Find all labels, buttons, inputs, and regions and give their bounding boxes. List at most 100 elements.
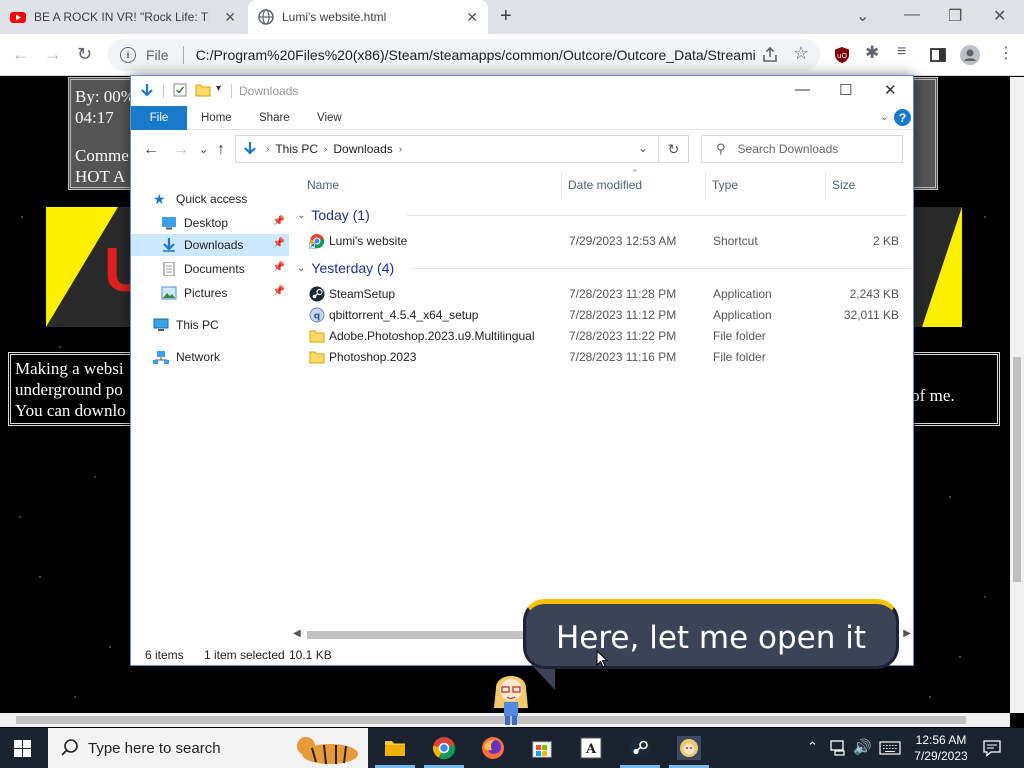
windows-start-icon[interactable]: [14, 740, 31, 757]
group-today[interactable]: ⌄ Today (1): [297, 205, 907, 225]
pin-icon[interactable]: 📌: [273, 262, 285, 273]
close-tab-icon[interactable]: ✕: [466, 9, 478, 25]
scrollbar-thumb[interactable]: [307, 631, 527, 639]
collapse-chevron-icon[interactable]: ⌄: [297, 210, 305, 221]
breadcrumb-chevron-icon[interactable]: ›: [399, 144, 402, 155]
firefox-taskbar-icon[interactable]: [481, 736, 505, 760]
collapse-chevron-icon[interactable]: ⌄: [297, 263, 305, 274]
file-name: Lumi's website: [329, 234, 408, 248]
close-tab-icon[interactable]: ✕: [224, 9, 236, 25]
breadcrumb-this-pc[interactable]: This PC: [275, 142, 318, 156]
forward-icon[interactable]: →: [44, 44, 62, 65]
tab-home[interactable]: Home: [187, 106, 246, 130]
forward-icon[interactable]: →: [173, 141, 189, 159]
search-icon: [61, 739, 78, 756]
column-date-modified[interactable]: Date modified: [568, 178, 642, 192]
notifications-icon[interactable]: [983, 739, 1001, 757]
volume-icon[interactable]: 🔊: [853, 738, 872, 756]
nav-label: Downloads: [184, 238, 244, 252]
file-row[interactable]: Photoshop.2023 7/28/2023 11:16 PM File f…: [291, 347, 911, 368]
expand-ribbon-icon[interactable]: ⌄: [880, 110, 889, 123]
page-vertical-scrollbar[interactable]: [1010, 77, 1024, 713]
pictures-icon: [161, 286, 177, 300]
up-icon[interactable]: ↑: [217, 141, 225, 159]
bookmark-star-icon[interactable]: ☆: [793, 43, 811, 63]
column-size[interactable]: Size: [832, 178, 855, 192]
close-window-icon[interactable]: ✕: [884, 81, 897, 99]
keyboard-icon[interactable]: [879, 741, 901, 755]
back-icon[interactable]: ←: [12, 44, 30, 65]
file-row[interactable]: Lumi's website 7/29/2023 12:53 AM Shortc…: [291, 231, 911, 252]
taskbar-clock[interactable]: 12:56 AM 7/29/2023: [912, 732, 970, 764]
explorer-address-bar[interactable]: › This PC › Downloads › ⌄: [235, 135, 659, 163]
tab-share[interactable]: Share: [245, 106, 304, 130]
nav-desktop[interactable]: Desktop 📌: [131, 212, 289, 234]
customize-toolbar-icon[interactable]: ▾: [216, 83, 221, 94]
pin-icon[interactable]: 📌: [273, 238, 285, 249]
network-tray-icon[interactable]: [830, 740, 848, 756]
scroll-right-icon[interactable]: ▶: [903, 628, 911, 639]
tab-view[interactable]: View: [303, 106, 356, 130]
group-yesterday[interactable]: ⌄ Yesterday (4): [297, 258, 911, 278]
font-app-taskbar-icon[interactable]: A: [579, 736, 603, 760]
refresh-icon[interactable]: ↻: [659, 135, 689, 163]
search-input[interactable]: ⚲ Search Downloads: [701, 135, 903, 163]
minimize-icon[interactable]: —: [904, 6, 920, 24]
help-icon[interactable]: ?: [894, 109, 911, 126]
recent-locations-icon[interactable]: ⌄: [199, 143, 208, 156]
info-icon[interactable]: i: [120, 47, 136, 63]
file-row[interactable]: SteamSetup 7/28/2023 11:28 PM Applicatio…: [291, 284, 911, 305]
breadcrumb-chevron-icon[interactable]: ›: [266, 144, 269, 155]
close-window-icon[interactable]: ✕: [993, 6, 1006, 26]
mascot-character-icon: [494, 676, 528, 725]
nav-network[interactable]: Network: [131, 346, 289, 368]
reload-icon[interactable]: ↻: [77, 44, 92, 65]
show-hidden-icons-icon[interactable]: ⌃: [807, 739, 818, 755]
new-folder-icon[interactable]: [195, 83, 211, 97]
file-row[interactable]: Adobe.Photoshop.2023.u9.Multilingual 7/2…: [291, 326, 911, 347]
menu-kebab-icon[interactable]: ⋮: [998, 43, 1016, 62]
file-row[interactable]: q qbittorrent_4.5.4_x64_setup 7/28/2023 …: [291, 305, 911, 326]
url-text[interactable]: C:/Program%20Files%20(x86)/Steam/steamap…: [196, 47, 756, 63]
column-name[interactable]: Name: [307, 178, 339, 192]
address-dropdown-icon[interactable]: ⌄: [638, 141, 648, 155]
pin-icon[interactable]: 📌: [273, 286, 285, 297]
nav-pictures[interactable]: Pictures 📌: [131, 282, 289, 304]
explorer-title-bar[interactable]: ▾ Downloads — ☐ ✕: [131, 76, 913, 106]
microsoft-store-taskbar-icon[interactable]: [530, 736, 554, 760]
breadcrumb-chevron-icon[interactable]: ›: [324, 144, 327, 155]
restore-icon[interactable]: ❐: [948, 6, 962, 26]
address-bar[interactable]: i File C:/Program%20Files%20(x86)/Steam/…: [108, 39, 820, 71]
steam-taskbar-icon[interactable]: [628, 736, 652, 760]
maximize-icon[interactable]: ☐: [839, 81, 852, 99]
tab-youtube[interactable]: BE A ROCK IN VR! "Rock Life: The ✕: [0, 0, 246, 34]
outcore-taskbar-icon[interactable]: [677, 736, 701, 760]
media-queue-icon[interactable]: ≡: [897, 43, 915, 61]
url-scheme: File: [146, 47, 169, 63]
breadcrumb-downloads[interactable]: Downloads: [333, 142, 392, 156]
side-panel-icon[interactable]: [929, 46, 947, 64]
tab-file[interactable]: File: [131, 106, 187, 130]
tab-lumis-website[interactable]: Lumi's website.html ✕: [248, 0, 488, 34]
back-icon[interactable]: ←: [143, 141, 159, 159]
minimize-icon[interactable]: —: [795, 81, 810, 98]
nav-downloads[interactable]: Downloads 📌: [131, 234, 289, 256]
chrome-taskbar-icon[interactable]: [432, 736, 456, 760]
tab-search-icon[interactable]: ⌄: [856, 6, 869, 26]
scrollbar-thumb[interactable]: [1013, 357, 1021, 582]
extensions-icon[interactable]: ✱: [865, 43, 883, 62]
properties-icon[interactable]: [173, 83, 187, 97]
nav-documents[interactable]: Documents 📌: [131, 258, 289, 280]
tiger-search-highlight-icon[interactable]: [290, 730, 366, 766]
column-type[interactable]: Type: [712, 178, 738, 192]
download-arrow-icon: [141, 84, 153, 97]
scroll-left-icon[interactable]: ◀: [293, 628, 301, 639]
profile-avatar-icon[interactable]: [960, 45, 980, 65]
nav-this-pc[interactable]: This PC: [131, 314, 289, 336]
ublock-icon[interactable]: uO: [833, 46, 851, 64]
pin-icon[interactable]: 📌: [273, 216, 285, 227]
new-tab-icon[interactable]: +: [500, 5, 512, 28]
nav-quick-access[interactable]: ★ Quick access: [131, 188, 289, 210]
share-icon[interactable]: [761, 46, 779, 64]
file-explorer-taskbar-icon[interactable]: [383, 736, 407, 760]
